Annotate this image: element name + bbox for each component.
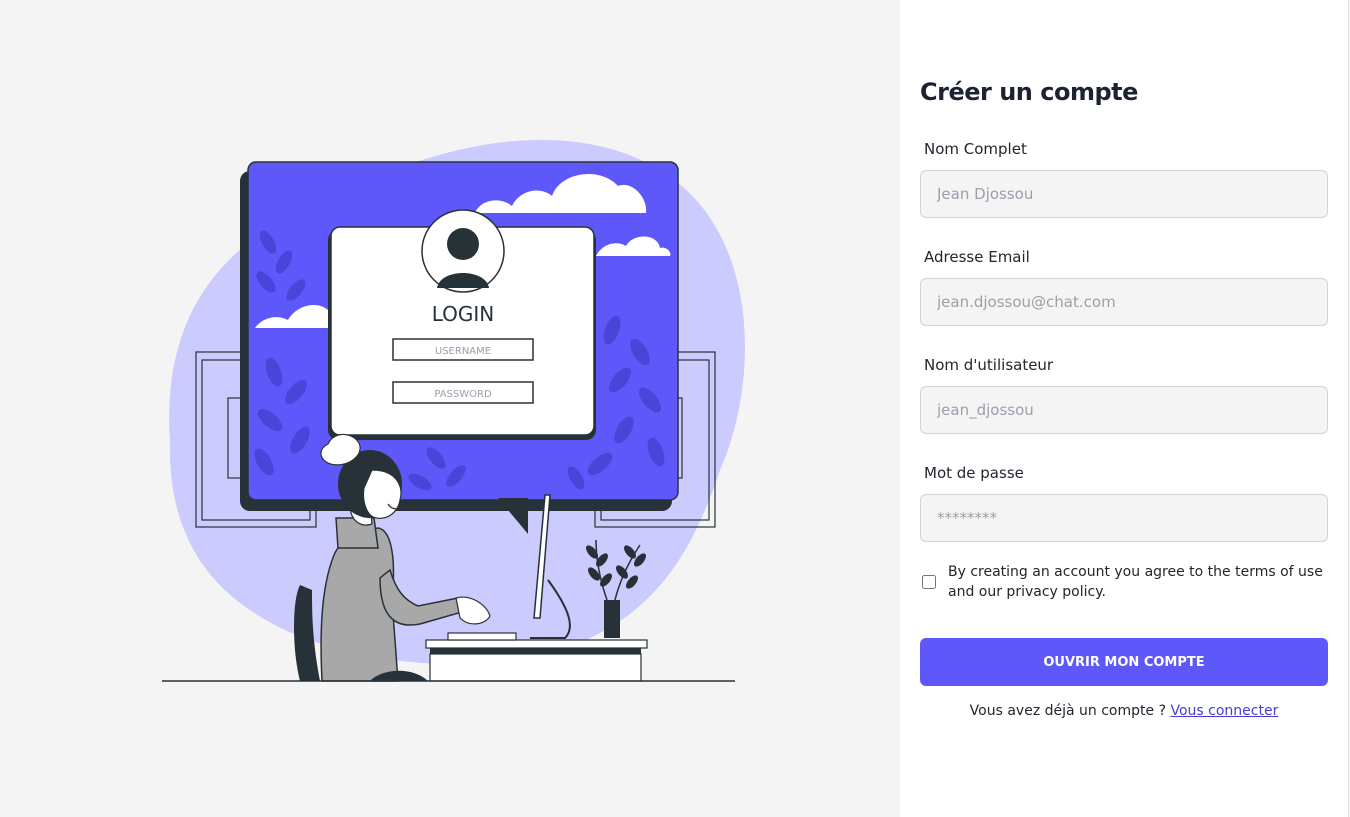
desk-body [429, 653, 642, 682]
terms-checkbox[interactable] [922, 575, 936, 589]
desk-edge [430, 648, 641, 654]
form-title: Créer un compte [920, 78, 1138, 106]
signup-form-panel: Créer un compte Nom Complet Adresse Emai… [900, 0, 1349, 817]
password-input[interactable] [920, 494, 1328, 542]
full-name-label: Nom Complet [924, 140, 1027, 158]
login-card-title: LOGIN [432, 302, 495, 326]
username-field-text: USERNAME [435, 346, 491, 357]
desk-top [425, 639, 648, 649]
terms-text: By creating an account you agree to the … [948, 564, 1323, 600]
email-input[interactable] [920, 278, 1328, 326]
login-link[interactable]: Vous connecter [1170, 703, 1278, 719]
login-prompt-text: Vous avez déjà un compte ? [969, 703, 1171, 719]
login-prompt: Vous avez déjà un compte ? Vous connecte… [900, 703, 1348, 719]
keyboard [447, 632, 517, 641]
email-label: Adresse Email [924, 248, 1030, 266]
avatar-head [447, 228, 479, 260]
password-label: Mot de passe [924, 464, 1024, 482]
username-label: Nom d'utilisateur [924, 356, 1054, 374]
username-input[interactable] [920, 386, 1328, 434]
login-illustration: LOGIN USERNAME PASSWORD [162, 139, 745, 682]
open-account-button[interactable]: OUVRIR MON COMPTE [920, 638, 1328, 686]
full-name-input[interactable] [920, 170, 1328, 218]
password-field-text: PASSWORD [434, 389, 492, 400]
signup-page: LOGIN USERNAME PASSWORD Créer un compte … [0, 0, 1350, 817]
illustration-panel: LOGIN USERNAME PASSWORD [0, 0, 900, 817]
